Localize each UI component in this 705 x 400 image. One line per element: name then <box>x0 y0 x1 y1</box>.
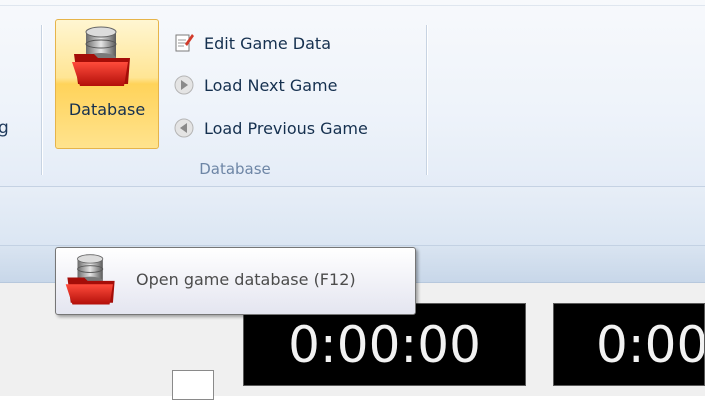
ribbon-top-border <box>0 5 705 6</box>
tooltip: Open game database (F12) <box>55 247 416 315</box>
white-clock: 0:00:00 <box>243 303 526 386</box>
toolbar-band <box>0 187 705 246</box>
edit-icon <box>175 34 194 52</box>
tooltip-text: Open game database (F12) <box>136 270 356 289</box>
next-icon <box>174 75 194 95</box>
load-previous-game-button[interactable]: Load Previous Game <box>173 114 368 142</box>
edit-game-data-label: Edit Game Data <box>204 33 331 53</box>
black-clock: 0:00 <box>553 303 705 386</box>
load-next-game-button[interactable]: Load Next Game <box>173 71 337 99</box>
ribbon-separator <box>426 25 427 175</box>
ribbon-group-label: Database <box>199 160 271 178</box>
ribbon-cut-label[interactable]: g <box>0 118 9 138</box>
previous-icon <box>174 118 194 138</box>
database-button-label: Database <box>68 100 146 119</box>
load-next-game-label: Load Next Game <box>204 75 338 95</box>
edit-game-data-button[interactable]: Edit Game Data <box>173 29 331 57</box>
ribbon-separator <box>41 25 42 175</box>
database-icon <box>72 26 130 86</box>
database-button[interactable]: Database <box>55 19 159 149</box>
database-icon <box>65 254 115 305</box>
ribbon: g Database Edit Game Data Load Next Game… <box>0 0 705 187</box>
load-previous-game-label: Load Previous Game <box>204 118 368 138</box>
